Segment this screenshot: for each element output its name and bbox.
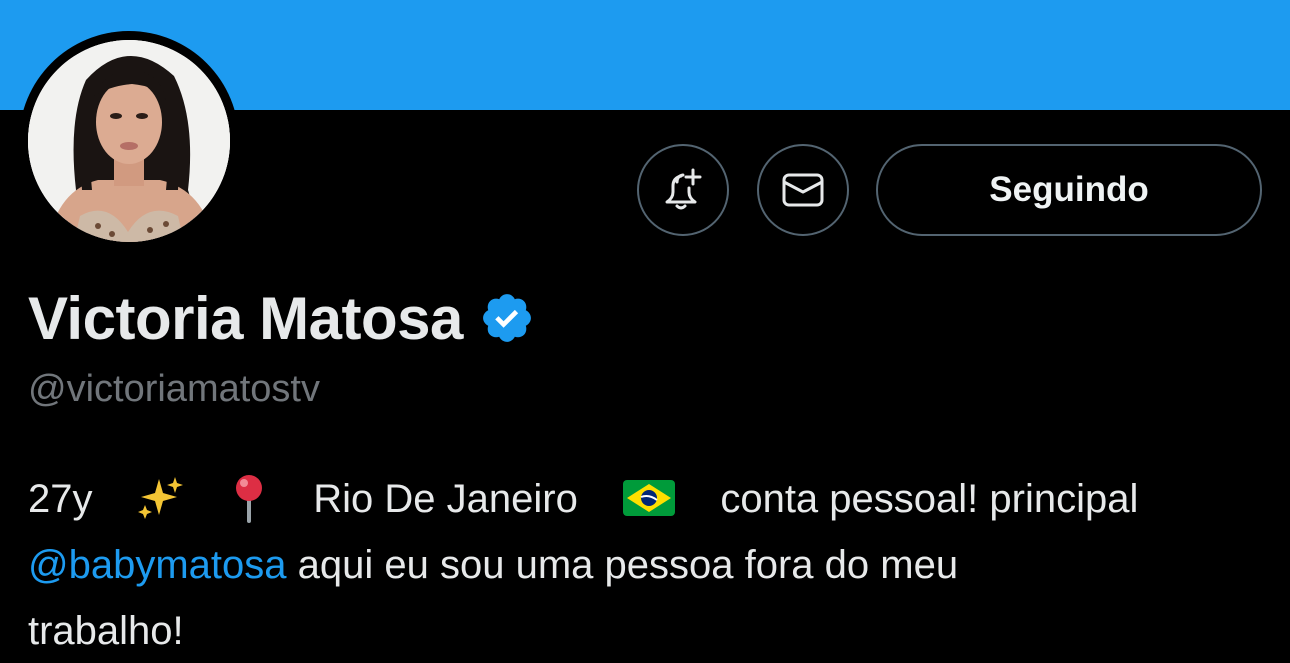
bio-line-3: trabalho! [28, 609, 184, 653]
display-name: Victoria Matosa [28, 284, 463, 352]
following-button[interactable]: Seguindo [876, 144, 1262, 236]
bio-line-1: 27y Rio De Janeiro conta pessoal! princi… [28, 466, 1268, 532]
round-pushpin-emoji [236, 475, 262, 524]
bio: 27y Rio De Janeiro conta pessoal! princi… [28, 466, 1268, 663]
bio-location: Rio De Janeiro [313, 477, 578, 521]
message-button[interactable] [757, 144, 849, 236]
user-handle: @victoriamatostv [28, 368, 320, 410]
envelope-icon [782, 173, 824, 207]
bio-text-2: aqui eu sou uma pessoa fora do meu [286, 543, 959, 587]
brazil-flag-emoji [623, 480, 676, 517]
bio-text-1: conta pessoal! principal [720, 477, 1139, 521]
bio-line-2: @babymatosa aqui eu sou uma pessoa fora … [28, 532, 1268, 598]
following-button-label: Seguindo [989, 170, 1149, 209]
profile-header: Seguindo Victoria Matosa @victoriamatost… [0, 0, 1290, 663]
bio-age: 27y [28, 477, 93, 521]
bio-mention-link[interactable]: @babymatosa [28, 543, 287, 587]
verified-badge-icon[interactable] [479, 290, 535, 346]
bell-plus-icon [665, 168, 702, 210]
avatar-photo [28, 40, 230, 242]
sparkles-emoji [137, 477, 183, 520]
name-row: Victoria Matosa [28, 278, 535, 358]
notification-bell-button[interactable] [637, 144, 729, 236]
avatar[interactable] [28, 40, 230, 242]
